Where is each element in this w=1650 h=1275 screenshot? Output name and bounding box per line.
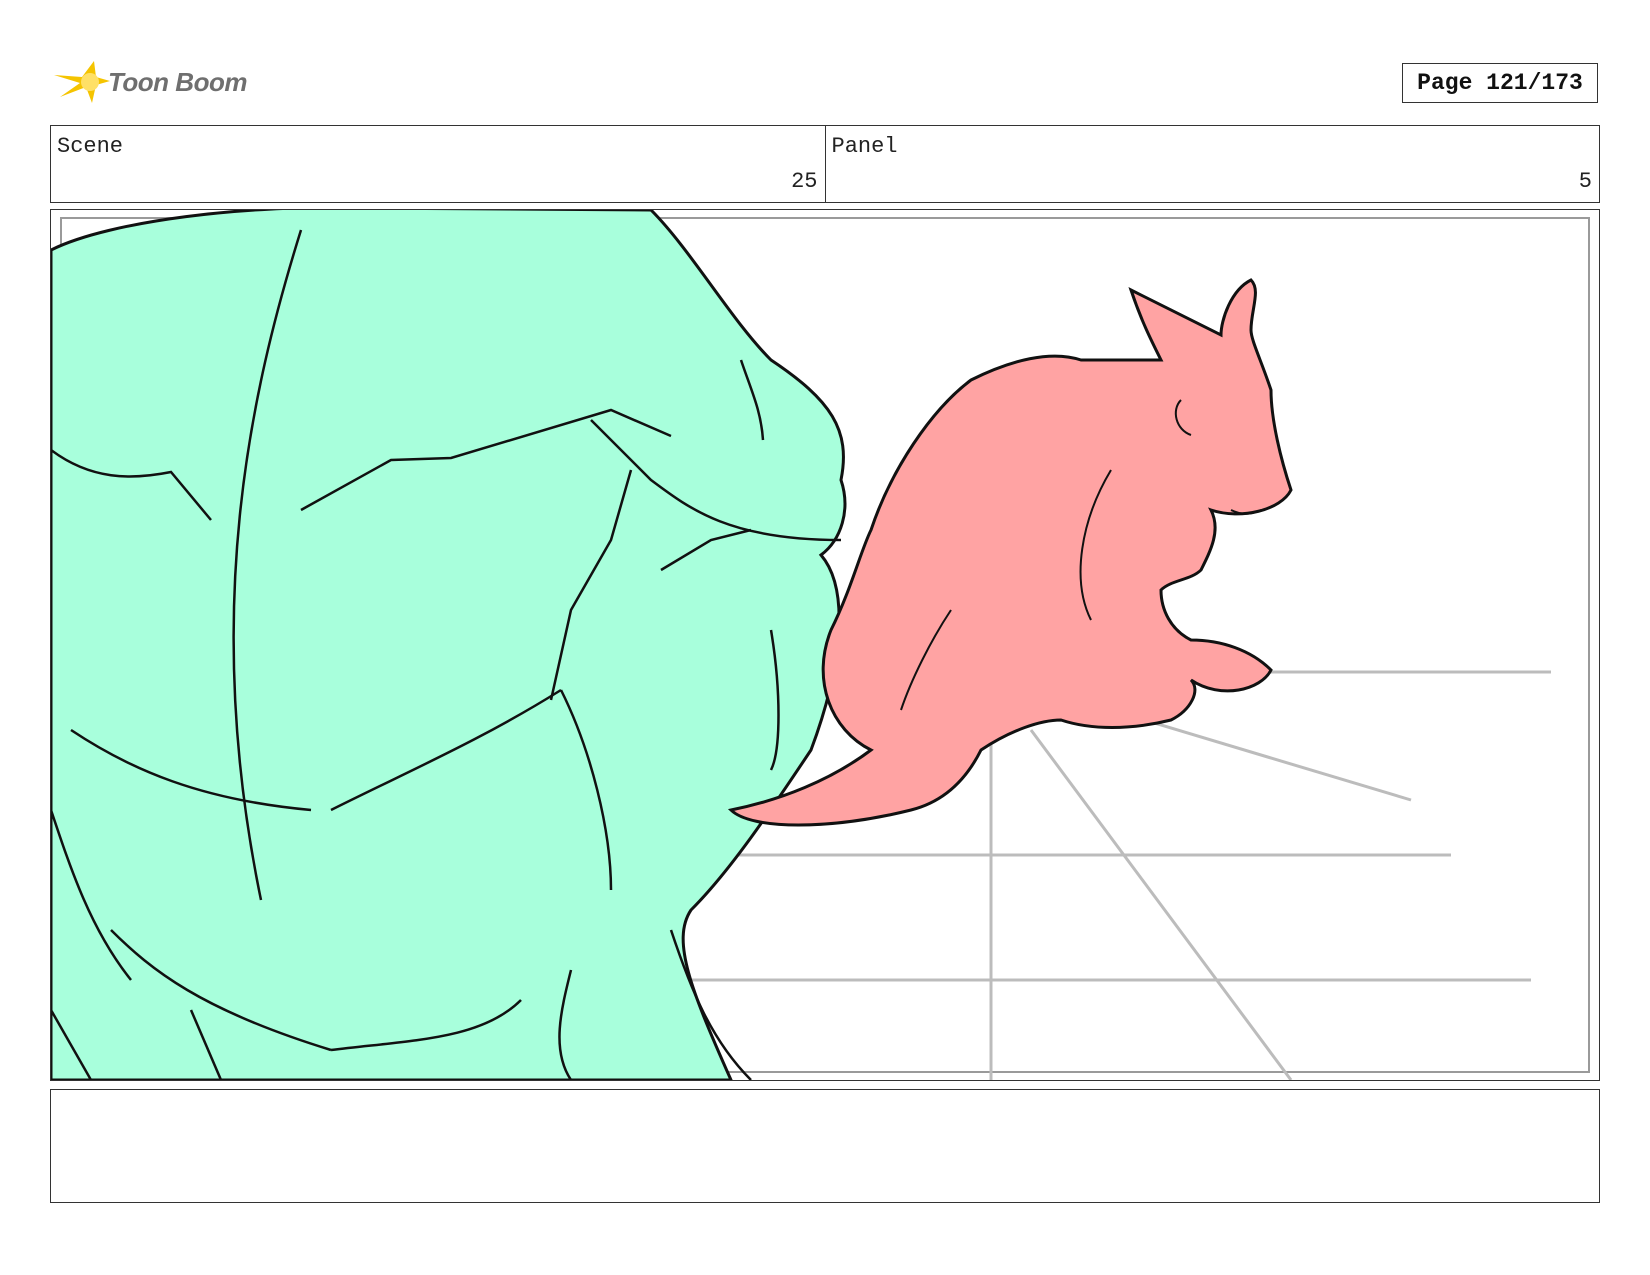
green-character [51,210,847,1080]
storyboard-drawing [51,210,1590,1080]
panel-label: Panel [831,134,898,159]
logo-text: Toon Boom [108,67,247,97]
panel-number: 5 [1578,169,1592,194]
scene-panel-info: Scene 25 Panel 5 [50,125,1600,203]
scene-cell: Scene 25 [51,126,825,202]
panel-cell: Panel 5 [824,126,1600,202]
toon-boom-logo: Toon Boom [52,55,252,111]
scene-number: 25 [791,169,818,194]
notes-box [50,1089,1600,1203]
scene-label: Scene [57,134,124,159]
storyboard-frame [50,209,1600,1081]
page-number: Page 121/173 [1402,63,1598,103]
starburst-icon [54,61,110,103]
